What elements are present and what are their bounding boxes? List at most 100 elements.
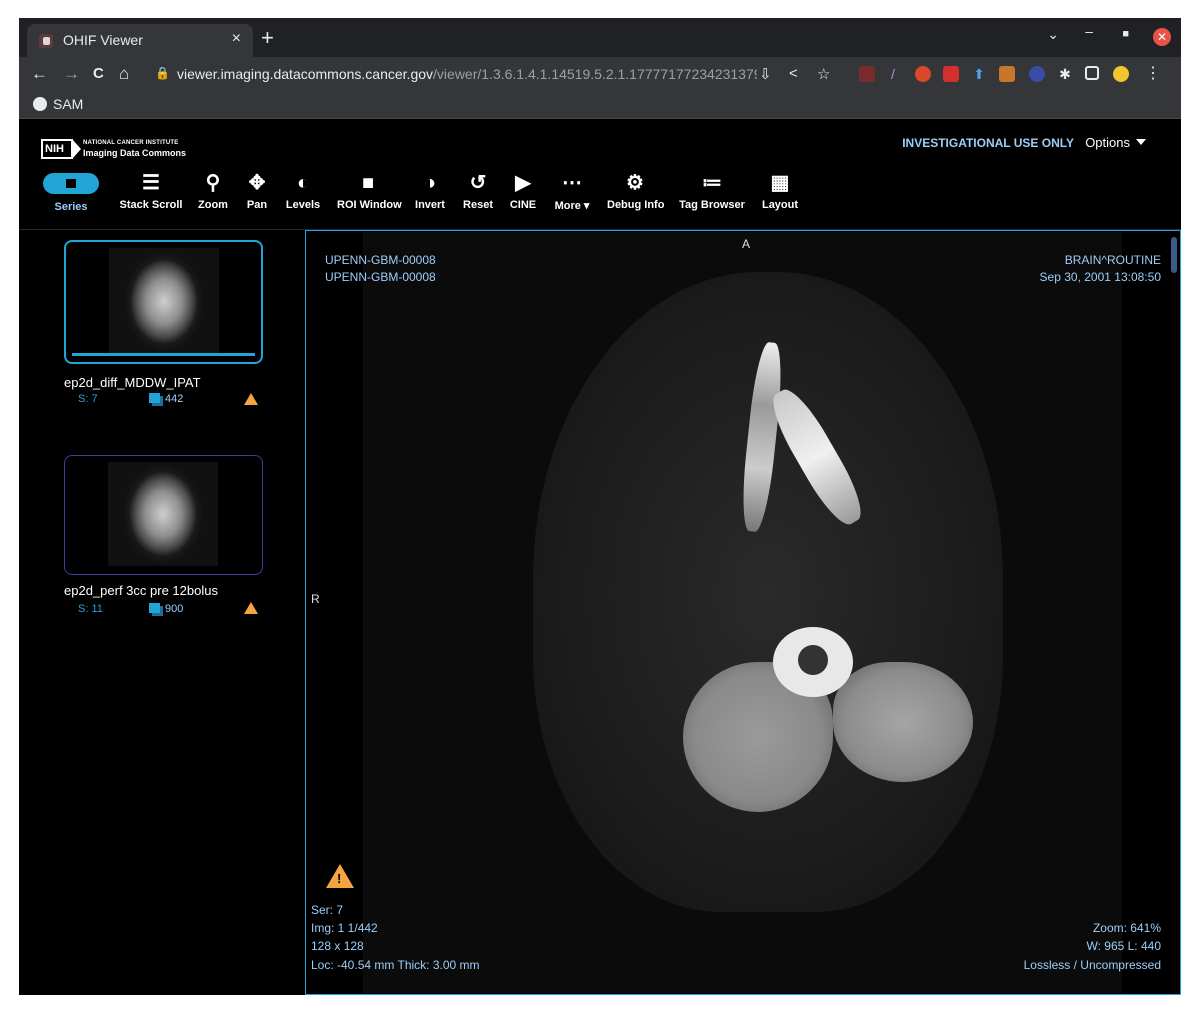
square-icon: ■ [361, 172, 375, 194]
series-thumbnail[interactable] [64, 455, 263, 575]
series-number: S: 7 [78, 393, 98, 405]
youtube-play-icon: ▶ [515, 172, 531, 194]
tab-close-icon[interactable]: × [232, 30, 241, 48]
warning-icon[interactable]: ! [326, 864, 354, 888]
maximize-icon[interactable]: ■ [1122, 28, 1129, 40]
share-icon[interactable]: < [789, 65, 798, 82]
instance-count-value: 900 [165, 603, 184, 615]
image-scrollbar[interactable] [1171, 237, 1177, 273]
lastpass-extension-icon[interactable] [943, 66, 959, 82]
bookmark-star-icon[interactable]: ☆ [817, 65, 830, 83]
image-dimensions: 128 x 128 [311, 939, 364, 953]
more-button[interactable]: ⋯ More ▾ [552, 171, 592, 212]
globe-extension-icon[interactable] [1029, 66, 1045, 82]
reset-button[interactable]: ↺ Reset [461, 171, 495, 211]
arrow-extension-icon[interactable]: ⬆ [971, 66, 987, 82]
more-text: More [554, 200, 581, 212]
location-thickness: Loc: -40.54 mm Thick: 3.00 mm [311, 958, 480, 972]
logo-line-2: Imaging Data Commons [83, 148, 187, 158]
bookmark-sam[interactable]: SAM [33, 96, 83, 112]
invert-button[interactable]: ◑ Invert [413, 171, 447, 211]
profile-avatar[interactable] [1113, 66, 1129, 82]
stack-scroll-button[interactable]: ☰ Stack Scroll [119, 171, 183, 211]
tab-search-icon[interactable]: ⌄ [1047, 26, 1059, 43]
back-icon[interactable]: ← [31, 64, 48, 84]
browser-toolbar: ← → C ⌂ 🔒 viewer.imaging.datacommons.can… [19, 57, 1181, 91]
instance-count: 900 [149, 603, 183, 615]
side-panel-icon[interactable] [1085, 66, 1099, 80]
extension-icon[interactable] [859, 66, 875, 82]
series-info: Ser: 7 [311, 903, 344, 917]
image-viewport[interactable]: A R UPENN-GBM-00008 UPENN-GBM-00008 BRAI… [305, 230, 1181, 995]
debug-info-button[interactable]: ⚙ Debug Info [607, 171, 665, 211]
extensions-puzzle-icon[interactable]: ✱ [1057, 66, 1073, 82]
nih-badge: NIH [41, 139, 81, 159]
series-thumbnail[interactable] [64, 240, 263, 364]
zoom-level: Zoom: 641% [1092, 921, 1161, 935]
series-label: Series [54, 201, 88, 213]
warning-icon[interactable] [244, 602, 258, 614]
window-close-icon[interactable]: ✕ [1153, 28, 1171, 46]
pan-button[interactable]: ✥ Pan [243, 171, 271, 211]
instance-count: 442 [149, 393, 183, 405]
patient-id: UPENN-GBM-00008 [325, 253, 436, 267]
series-name: ep2d_diff_MDDW_IPAT [64, 375, 201, 390]
cerebellum-right [833, 662, 973, 782]
browser-menu-icon[interactable]: ⋮ [1145, 66, 1161, 82]
layout-label: Layout [761, 199, 799, 211]
url-text: viewer.imaging.datacommons.cancer.gov/vi… [177, 66, 757, 82]
browser-tab[interactable]: OHIF Viewer × [27, 24, 253, 57]
bookmarks-bar: SAM [19, 91, 1181, 119]
url-path: /viewer/1.3.6.1.4.1.14519.5.2.1.17777177… [433, 66, 757, 82]
window-level: W: 965 L: 440 [1086, 939, 1162, 953]
thumbnail-image [109, 248, 219, 355]
tag-browser-button[interactable]: ≔ Tag Browser [679, 171, 745, 211]
move-arrows-icon: ✥ [248, 172, 266, 194]
orientation-marker-left: R [311, 592, 320, 606]
pen-extension-icon[interactable]: / [885, 66, 901, 82]
zoom-button[interactable]: ⚲ Zoom [197, 171, 229, 211]
roi-window-button[interactable]: ■ ROI Window [337, 171, 402, 211]
browser-window: OHIF Viewer × + ⌄ – ■ ✕ ← → C ⌂ 🔒 viewer… [19, 18, 1181, 995]
reset-label: Reset [463, 199, 493, 211]
bookmark-label: SAM [53, 96, 84, 112]
warning-icon[interactable] [244, 393, 258, 405]
levels-button[interactable]: ◐ Levels [285, 171, 321, 211]
stack-scroll-label: Stack Scroll [119, 199, 183, 211]
options-menu[interactable]: Options [1085, 135, 1146, 150]
investigational-notice: INVESTIGATIONAL USE ONLY [902, 136, 1074, 150]
address-bar[interactable]: 🔒 viewer.imaging.datacommons.cancer.gov/… [147, 61, 843, 88]
contrast-icon: ◐ [296, 172, 310, 194]
more-label: More ▾ [554, 200, 590, 212]
study-description: BRAIN^ROUTINE [1064, 253, 1161, 267]
install-app-icon[interactable]: ⇩ [759, 65, 772, 83]
forward-icon[interactable]: → [63, 64, 80, 84]
off-extension-icon[interactable] [999, 66, 1015, 82]
ellipsis-icon: ⋯ [562, 172, 582, 194]
cine-button[interactable]: ▶ CINE [509, 171, 537, 211]
url-host: viewer.imaging.datacommons.cancer.gov [177, 66, 434, 82]
debug-info-label: Debug Info [607, 199, 665, 211]
invert-label: Invert [415, 199, 445, 211]
new-tab-button[interactable]: + [261, 25, 274, 51]
tag-browser-label: Tag Browser [679, 199, 745, 211]
reload-icon[interactable]: C [93, 65, 104, 82]
compression-info: Lossless / Uncompressed [1023, 958, 1161, 972]
mri-image[interactable] [363, 232, 1122, 993]
gear-icon: ⚙ [626, 172, 644, 194]
search-icon: ⚲ [205, 172, 221, 194]
cine-label: CINE [509, 199, 537, 211]
zoom-label: Zoom [198, 199, 228, 211]
series-button[interactable]: Series [43, 171, 99, 213]
active-indicator [72, 353, 255, 356]
image-info: Img: 1 1/442 [311, 921, 378, 935]
invert-icon: ◑ [423, 172, 437, 194]
grid-layout-icon: ▦ [770, 172, 790, 194]
globe-icon [33, 97, 47, 111]
grid-icon [43, 173, 99, 194]
minimize-icon[interactable]: – [1085, 23, 1093, 39]
layout-button[interactable]: ▦ Layout [761, 171, 799, 211]
shield-extension-icon[interactable] [915, 66, 931, 82]
stack-icon [149, 393, 160, 403]
home-icon[interactable]: ⌂ [119, 64, 129, 84]
